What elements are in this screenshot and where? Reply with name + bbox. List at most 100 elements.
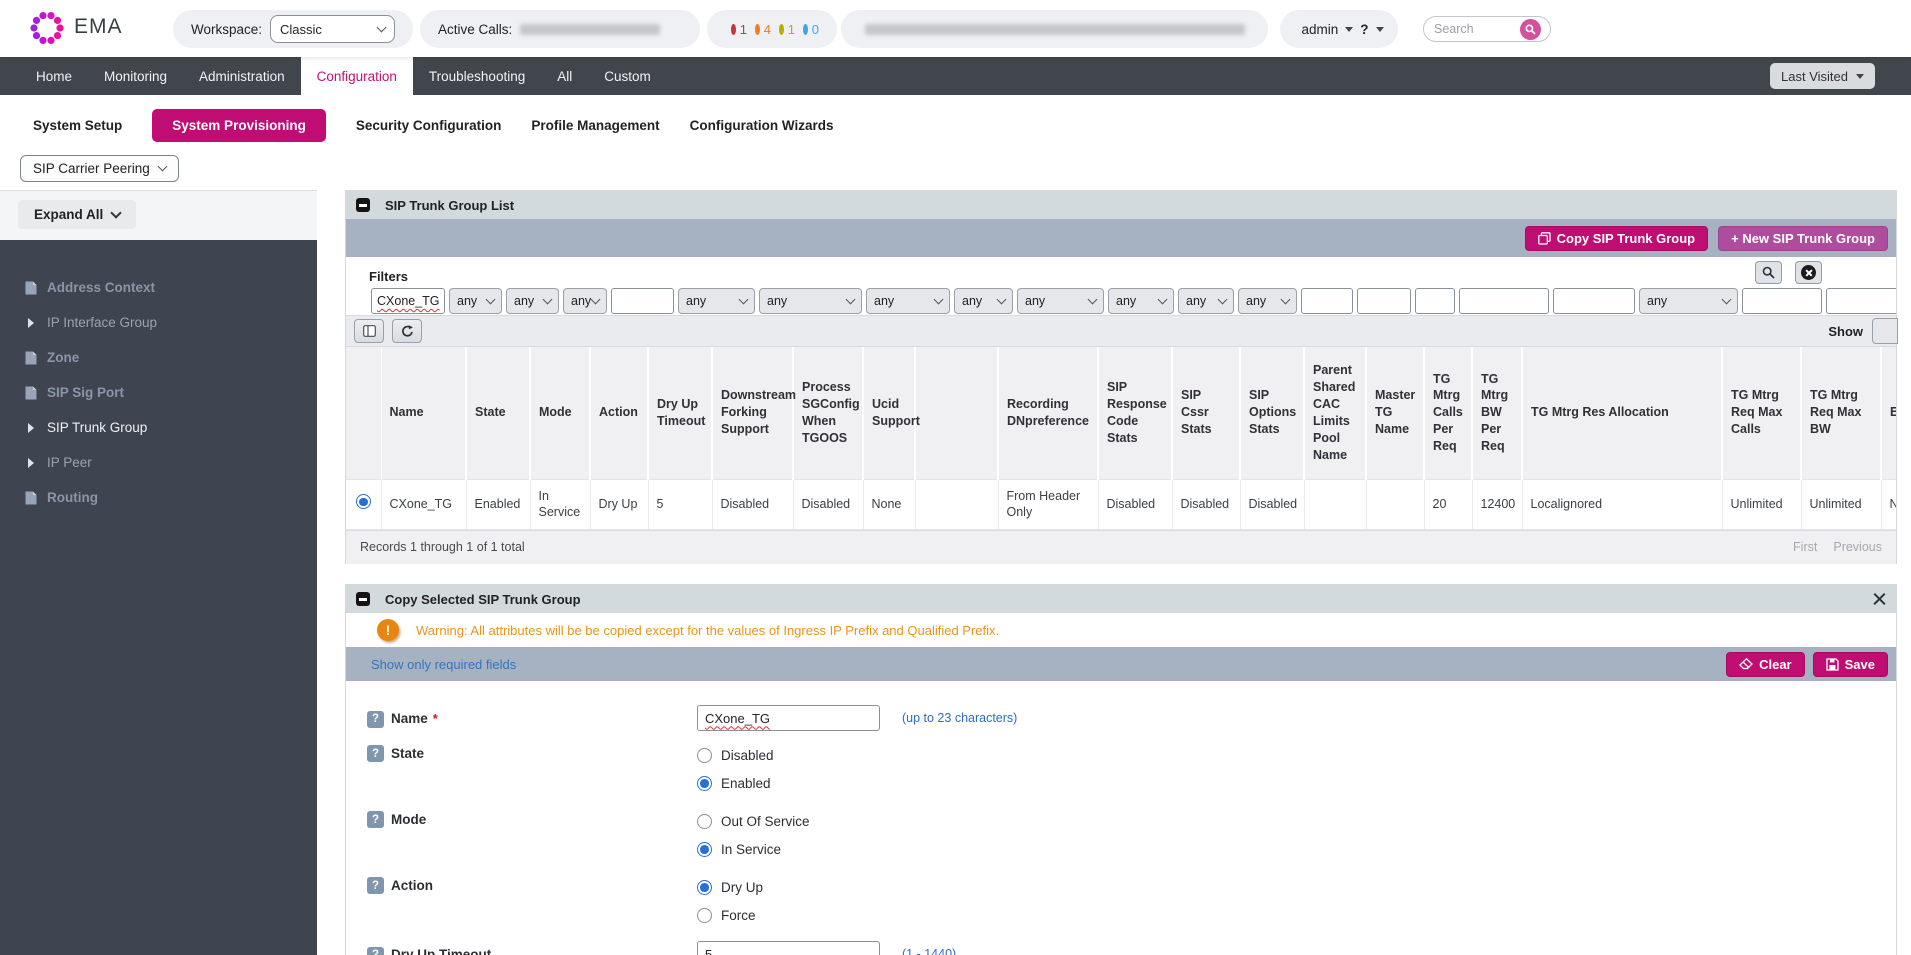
filter-input-21[interactable] [1826, 288, 1896, 314]
alarm-status-indicators[interactable]: 1410 [707, 10, 837, 48]
clear-button[interactable]: Clear [1726, 652, 1805, 677]
last-visited-button[interactable]: Last Visited [1770, 63, 1875, 89]
tab-system-provisioning[interactable]: System Provisioning [152, 109, 326, 142]
radio-button-out-of-service[interactable] [697, 814, 712, 829]
tab-security-configuration[interactable]: Security Configuration [356, 109, 502, 142]
column-header-tg-mtrg-req-max-bw[interactable]: TG Mtrg Req Max BW [1801, 347, 1881, 479]
filter-select-2[interactable]: any [449, 288, 502, 314]
collapse-icon[interactable] [356, 198, 370, 212]
filter-input-16[interactable] [1415, 288, 1455, 314]
pagination-first[interactable]: First [1793, 540, 1817, 554]
column-header-ucid-support[interactable]: Ucid Support [863, 347, 915, 479]
nav-item-home[interactable]: Home [20, 57, 88, 95]
filter-input-15[interactable] [1357, 288, 1411, 314]
filter-select-10[interactable]: any [1017, 288, 1104, 314]
filter-input-20[interactable] [1742, 288, 1822, 314]
search-input[interactable] [1434, 22, 1520, 36]
sidebar-item-address-context[interactable]: Address Context [0, 270, 317, 305]
radio-button-force[interactable] [697, 908, 712, 923]
column-header-tg-mtrg-bw-per-req[interactable]: TG Mtrg BW Per Req [1472, 347, 1522, 479]
column-header-tg-mtrg-res-allocation[interactable]: TG Mtrg Res Allocation [1522, 347, 1722, 479]
help-icon[interactable] [367, 711, 384, 728]
nav-item-custom[interactable]: Custom [588, 57, 667, 95]
refresh-button[interactable] [392, 319, 422, 343]
column-header-tg-mtrg-calls-per-req[interactable]: TG Mtrg Calls Per Req [1424, 347, 1472, 479]
radio-button-disabled[interactable] [697, 748, 712, 763]
filter-select-13[interactable]: any [1238, 288, 1297, 314]
dry-up-timeout-field[interactable]: 5 [697, 941, 880, 955]
help-icon[interactable]: ? [1360, 22, 1368, 37]
column-header-sip-response-code-stats[interactable]: SIP Response Code Stats [1098, 347, 1172, 479]
new-sip-trunk-group-button[interactable]: + New SIP Trunk Group [1718, 226, 1888, 251]
workspace-select[interactable]: Classic [270, 15, 395, 43]
filter-input-14[interactable] [1301, 288, 1353, 314]
column-header-process-sgconfig-when-tgoos[interactable]: Process SGConfig When TGOOS [793, 347, 863, 479]
show-rows-select[interactable] [1872, 318, 1898, 344]
sidebar-item-ip-interface-group[interactable]: IP Interface Group [0, 305, 317, 340]
column-settings-button[interactable] [354, 319, 384, 343]
pagination-previous[interactable]: Previous [1833, 540, 1882, 554]
radio-button-dry-up[interactable] [697, 880, 712, 895]
show-required-fields-link[interactable]: Show only required fields [371, 657, 516, 672]
apply-filter-button[interactable] [1755, 261, 1782, 284]
column-header-recording-dnpreference[interactable]: Recording DNpreference [998, 347, 1098, 479]
help-icon[interactable] [367, 877, 384, 894]
filter-select-11[interactable]: any [1108, 288, 1174, 314]
column-header-sip-cssr-stats[interactable]: SIP Cssr Stats [1172, 347, 1240, 479]
column-header-name[interactable]: Name [381, 347, 466, 479]
sidebar-item-zone[interactable]: Zone [0, 340, 317, 375]
nav-item-administration[interactable]: Administration [183, 57, 301, 95]
filter-select-8[interactable]: any [866, 288, 950, 314]
column-header-master-tg-name[interactable]: Master TG Name [1366, 347, 1424, 479]
tab-configuration-wizards[interactable]: Configuration Wizards [690, 109, 834, 142]
user-menu[interactable]: admin ? [1280, 10, 1398, 48]
column-header-e-d[interactable]: E D [1881, 347, 1896, 479]
filter-select-6[interactable]: any [678, 288, 755, 314]
filter-input-1[interactable]: CXone_TG [371, 288, 445, 314]
status-dot-icon [755, 24, 760, 35]
nav-item-configuration[interactable]: Configuration [301, 57, 413, 95]
tab-system-setup[interactable]: System Setup [33, 109, 122, 142]
close-icon[interactable] [1873, 593, 1886, 606]
search-button[interactable] [1520, 19, 1541, 40]
help-icon[interactable] [367, 745, 384, 762]
nav-item-monitoring[interactable]: Monitoring [88, 57, 183, 95]
scope-select[interactable]: SIP Carrier Peering [20, 155, 179, 182]
column-header-mode[interactable]: Mode [530, 347, 590, 479]
save-button[interactable]: Save [1813, 652, 1888, 677]
filter-input-5[interactable] [611, 288, 674, 314]
column-header-action[interactable]: Action [590, 347, 648, 479]
filter-select-3[interactable]: any [506, 288, 559, 314]
column-header-tg-mtrg-req-max-calls[interactable]: TG Mtrg Req Max Calls [1722, 347, 1801, 479]
sidebar-item-sip-sig-port[interactable]: SIP Sig Port [0, 375, 317, 410]
sidebar-item-routing[interactable]: Routing [0, 480, 317, 515]
filter-input-18[interactable] [1553, 288, 1635, 314]
radio-button-enabled[interactable] [697, 776, 712, 791]
column-header-downstream-forking-support[interactable]: Downstream Forking Support [712, 347, 793, 479]
column-header-parent-shared-cac-limits-pool-name[interactable]: Parent Shared CAC Limits Pool Name [1304, 347, 1366, 479]
sidebar-item-ip-peer[interactable]: IP Peer [0, 445, 317, 480]
nav-item-troubleshooting[interactable]: Troubleshooting [413, 57, 541, 95]
table-row[interactable]: CXone_TGEnabledIn ServiceDry Up5Disabled… [346, 479, 1896, 529]
filter-select-9[interactable]: any [954, 288, 1013, 314]
clear-filter-button[interactable] [1795, 261, 1822, 284]
collapse-icon[interactable] [356, 592, 370, 606]
column-header-dry-up-timeout[interactable]: Dry Up Timeout [648, 347, 712, 479]
filter-select-12[interactable]: any [1178, 288, 1234, 314]
expand-all-button[interactable]: Expand All [18, 200, 136, 229]
tab-profile-management[interactable]: Profile Management [531, 109, 659, 142]
filter-select-4[interactable]: any [563, 288, 607, 314]
column-header-state[interactable]: State [466, 347, 530, 479]
filter-select-7[interactable]: any [759, 288, 862, 314]
filter-input-17[interactable] [1459, 288, 1549, 314]
help-icon[interactable] [367, 947, 384, 955]
copy-sip-trunk-group-button[interactable]: Copy SIP Trunk Group [1525, 226, 1708, 251]
name-field[interactable]: CXone_TG [697, 705, 880, 731]
row-radio-button[interactable] [356, 494, 371, 509]
help-icon[interactable] [367, 811, 384, 828]
radio-button-in-service[interactable] [697, 842, 712, 857]
filter-select-19[interactable]: any [1639, 288, 1738, 314]
column-header-sip-options-stats[interactable]: SIP Options Stats [1240, 347, 1304, 479]
sidebar-item-sip-trunk-group[interactable]: SIP Trunk Group [0, 410, 317, 445]
nav-item-all[interactable]: All [541, 57, 588, 95]
